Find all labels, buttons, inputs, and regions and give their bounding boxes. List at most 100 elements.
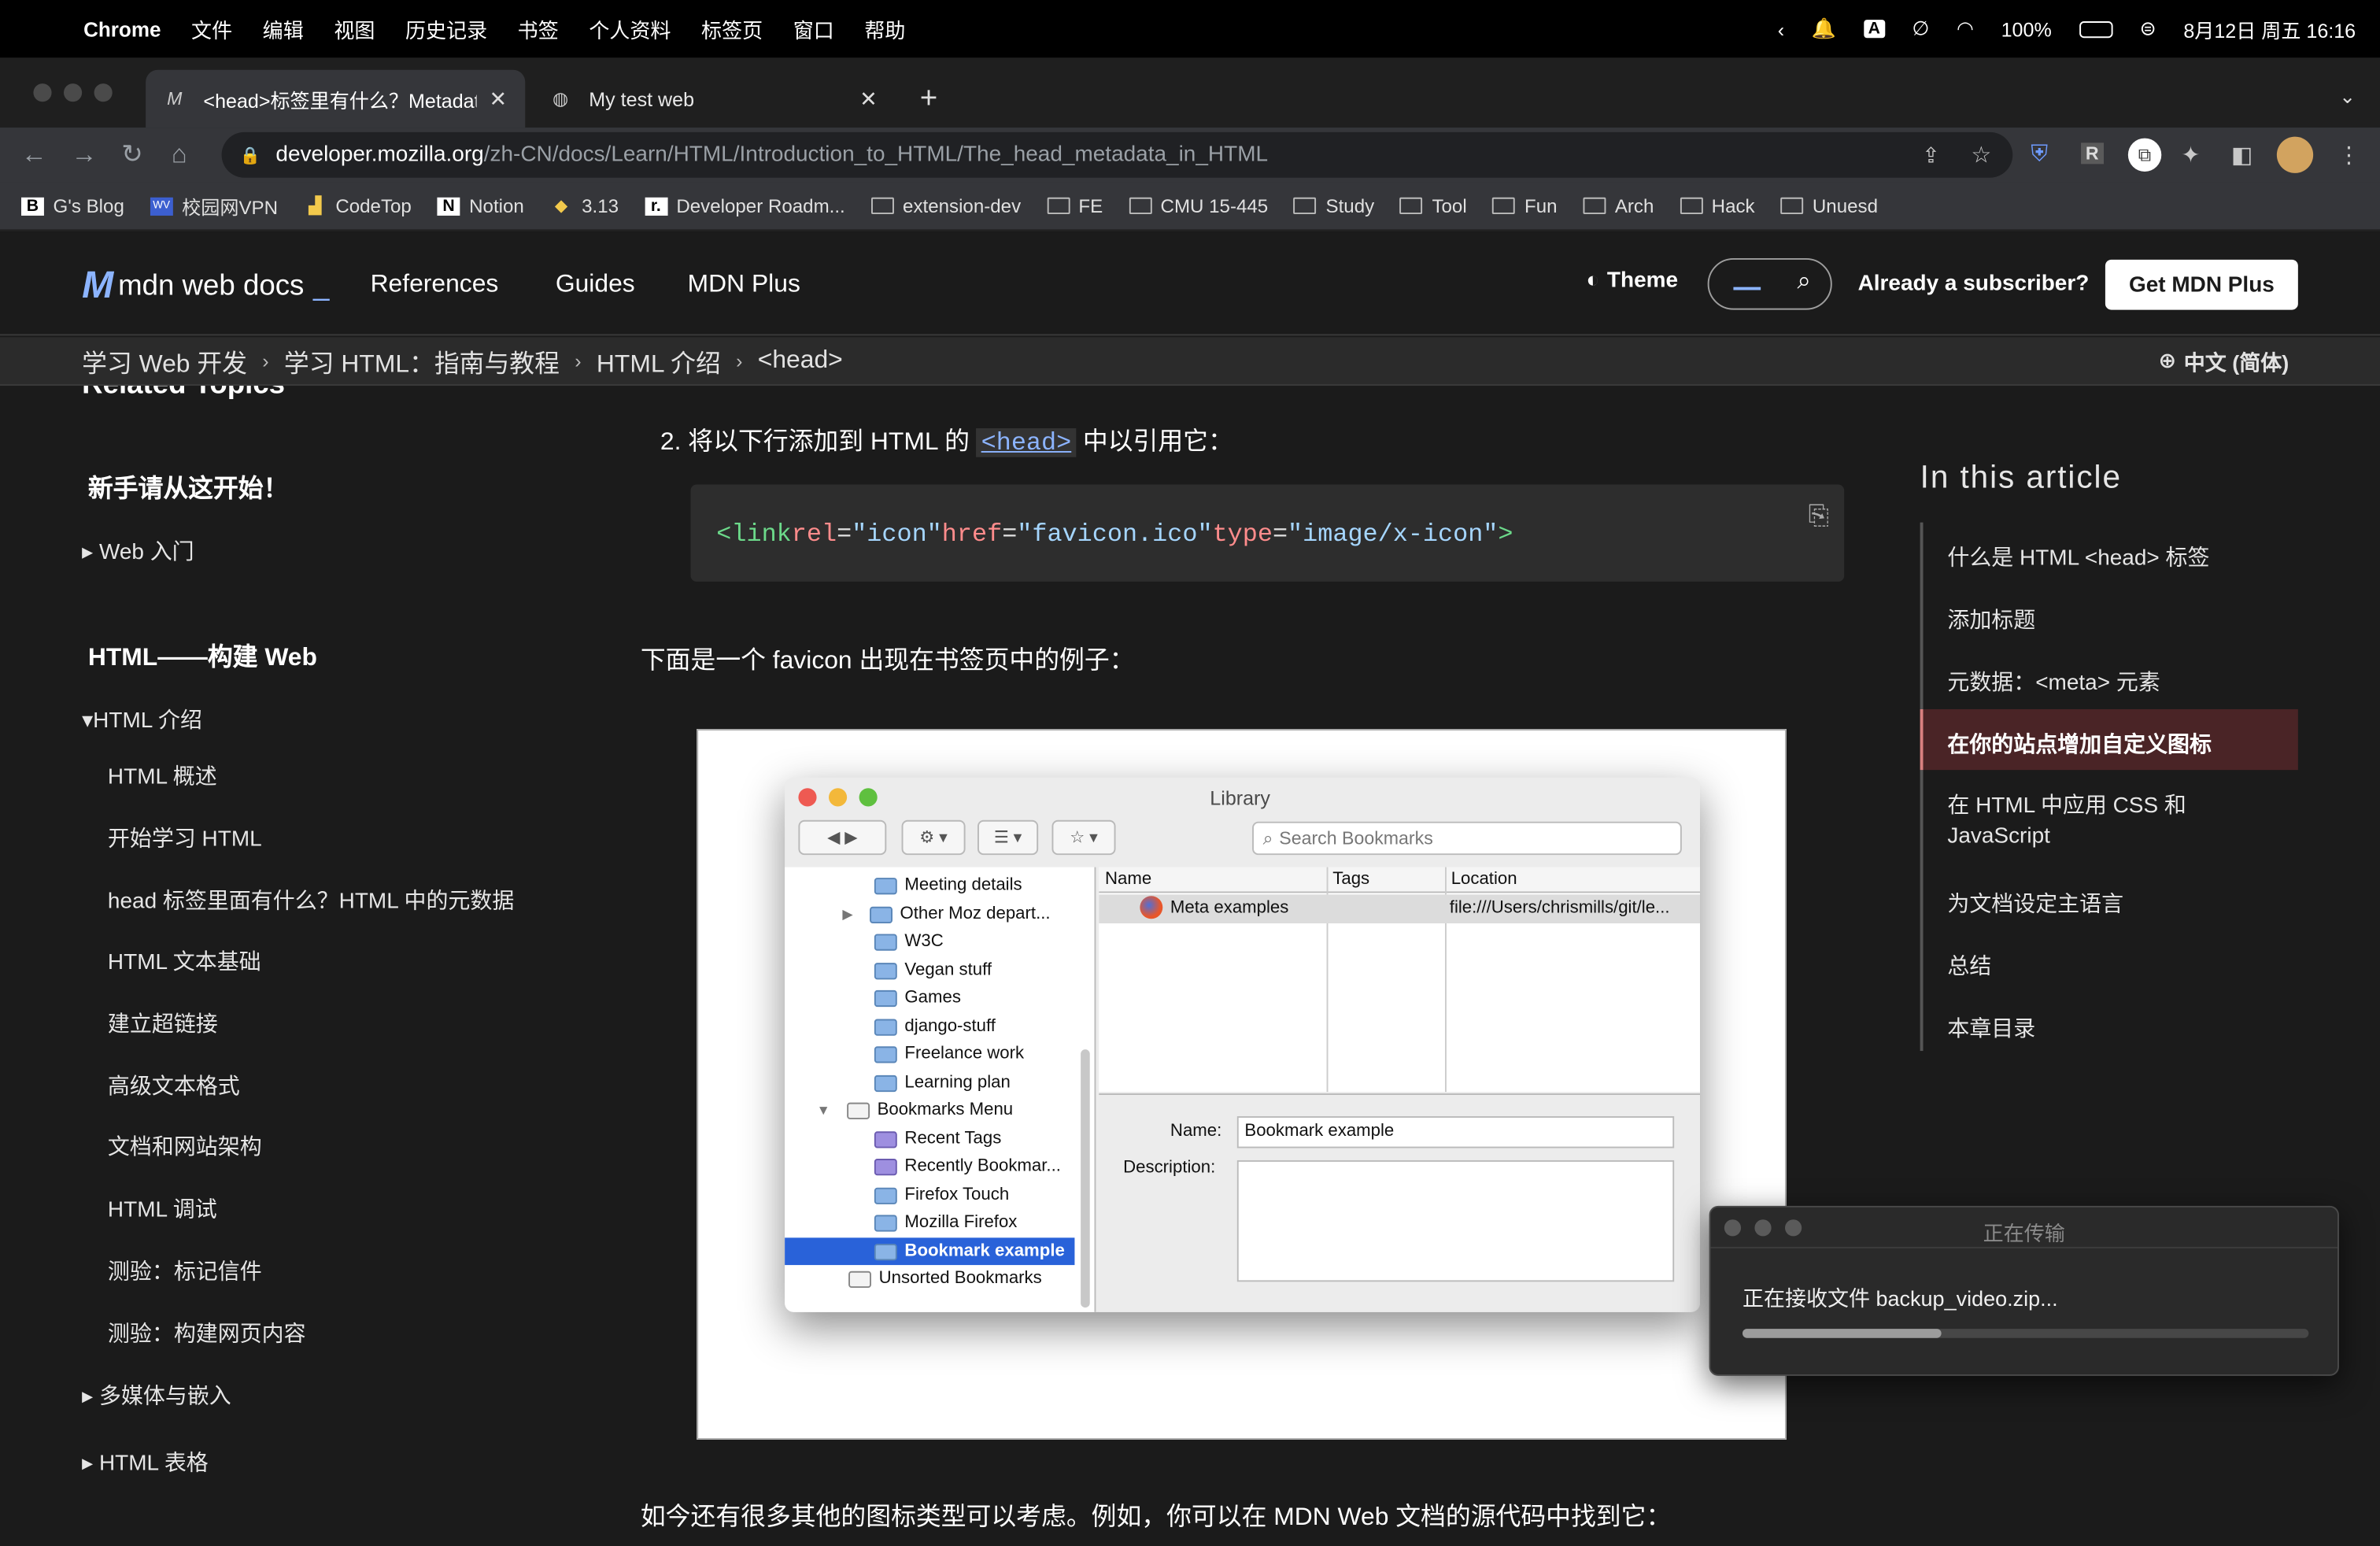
sidebar-subitem[interactable]: 文档和网站架构 <box>108 1130 262 1162</box>
menubar-item[interactable]: 编辑 <box>263 13 304 44</box>
bookmark-folder[interactable]: Fun <box>1492 195 1558 216</box>
forward-arrow-icon[interactable]: → <box>72 139 98 170</box>
menubar-item[interactable]: 文件 <box>191 13 232 44</box>
toc-item[interactable]: 本章目录 <box>1947 1012 2035 1044</box>
menubar-item[interactable]: 历史记录 <box>405 13 487 44</box>
sidebar-item-tables[interactable]: ▸ HTML 表格 <box>82 1446 209 1478</box>
close-icon[interactable]: ✕ <box>859 86 878 112</box>
chevron-left-icon[interactable]: ‹ <box>1778 17 1784 40</box>
toc-item[interactable]: 总结 <box>1947 949 1991 982</box>
bell-icon[interactable]: 🔔 <box>1812 17 1836 41</box>
sidebar-subitem[interactable]: HTML 调试 <box>108 1192 217 1224</box>
menubar-item[interactable]: 帮助 <box>864 13 905 44</box>
bookmark-folder[interactable]: Unuesd <box>1780 195 1878 216</box>
share-icon[interactable]: ⇪ <box>1922 142 1940 168</box>
copy-clipboard-icon[interactable]: ⎘ <box>1809 503 1829 534</box>
bookmark-folder[interactable]: Study <box>1294 195 1374 216</box>
menubar-app-name[interactable]: Chrome <box>83 17 161 40</box>
menubar-item[interactable]: 窗口 <box>793 13 834 44</box>
sidebar-subitem[interactable]: HTML 文本基础 <box>108 945 261 977</box>
bookmark-folder[interactable]: FE <box>1046 195 1103 216</box>
sidebar-subitem[interactable]: 测验：标记信件 <box>108 1255 262 1287</box>
nav-references[interactable]: References <box>371 270 499 299</box>
menubar-item[interactable]: 视图 <box>334 13 375 44</box>
control-center-icon[interactable]: ⊜ <box>2140 17 2156 41</box>
sidebar-item-html-intro[interactable]: ▾HTML 介绍 <box>82 703 202 735</box>
head-element-link[interactable]: <head> <box>976 428 1077 457</box>
more-vert-icon[interactable]: ⋮ <box>2338 141 2360 168</box>
input-method-icon[interactable]: A <box>1863 20 1885 39</box>
sidebar-subitem[interactable]: head 标签里面有什么？HTML 中的元数据 <box>108 884 514 916</box>
bookmark-item[interactable]: WV 校园网VPN <box>150 191 278 220</box>
mute-icon[interactable]: ∅ <box>1912 17 1929 41</box>
toc-item[interactable]: 添加标题 <box>1947 603 2035 635</box>
extension-r-icon[interactable]: R <box>2081 142 2104 165</box>
toc-item[interactable]: 元数据：<meta> 元素 <box>1947 665 2160 697</box>
search-button[interactable]: ⌕ <box>1707 257 1832 310</box>
folder-icon <box>874 962 897 979</box>
toc-item-active[interactable]: 在你的站点增加自定义图标 <box>1947 727 2212 760</box>
toc-item-continued[interactable]: JavaScript <box>1947 825 2050 849</box>
sidebar-subitem[interactable]: 建立超链接 <box>108 1007 218 1039</box>
toc-item[interactable]: 什么是 HTML <head> 标签 <box>1947 541 2209 573</box>
get-mdn-plus-button[interactable]: Get MDN Plus <box>2105 259 2298 310</box>
menubar-item[interactable]: 书签 <box>518 13 559 44</box>
favicon-example-image: Library ◀ ▶ ⚙ ▾ ☰ ▾ ☆ ▾ ⌕ Search Bookmark… <box>697 729 1787 1440</box>
puzzle-icon[interactable]: ✦ <box>2181 141 2200 168</box>
tab-inactive[interactable]: ◍ My test web ✕ <box>531 70 896 128</box>
nav-guides[interactable]: Guides <box>556 270 635 299</box>
back-arrow-icon[interactable]: ← <box>21 139 47 170</box>
toc-item[interactable]: 在 HTML 中应用 CSS 和 <box>1947 788 2186 820</box>
reload-icon[interactable]: ↻ <box>121 139 142 170</box>
avatar[interactable] <box>2276 136 2314 173</box>
toc-item[interactable]: 为文档设定主语言 <box>1947 887 2123 919</box>
menubar-datetime[interactable]: 8月12日 周五 16:16 <box>2183 14 2356 43</box>
home-icon[interactable]: ⌂ <box>172 139 187 170</box>
lock-icon[interactable]: 🔒 <box>240 145 261 165</box>
window-minimize-dot[interactable] <box>63 83 83 102</box>
wifi-icon[interactable]: ◠ <box>1957 17 1974 41</box>
battery-percent: 100% <box>2001 17 2052 41</box>
bookmark-folder[interactable]: Tool <box>1399 195 1467 216</box>
tab-active[interactable]: M <head>标签里有什么？Metadat ✕ <box>146 69 526 128</box>
language-button[interactable]: ⊕ 中文 (简体) <box>2159 348 2289 379</box>
star-icon[interactable]: ☆ <box>1971 141 1991 168</box>
bookmark-item[interactable]: ◆ 3.13 <box>550 195 619 216</box>
battery-icon[interactable] <box>2079 20 2112 38</box>
sidebar-subitem[interactable]: 测验：构建网页内容 <box>108 1317 306 1349</box>
theme-button[interactable]: ◐ Theme <box>1586 268 1678 293</box>
breadcrumb-item[interactable]: 学习 HTML：指南与教程 <box>284 342 560 379</box>
extension-copy-icon[interactable]: ⧉ <box>2127 138 2162 172</box>
favicon-example-text: 下面是一个 favicon 出现在书签页中的例子： <box>640 646 1135 675</box>
bookmark-item[interactable]: B G's Blog <box>20 195 124 216</box>
bookmark-folder[interactable]: Arch <box>1583 195 1654 216</box>
bookmark-folder[interactable]: extension-dev <box>870 195 1021 216</box>
sidebar-subitem[interactable]: HTML 概述 <box>108 760 217 792</box>
bookmark-item[interactable]: ▟ CodeTop <box>304 195 412 216</box>
window-zoom-dot[interactable] <box>94 83 113 102</box>
breadcrumb-item[interactable]: HTML 介绍 <box>597 342 721 379</box>
sidebar-subitem[interactable]: 开始学习 HTML <box>108 822 262 854</box>
subscriber-link[interactable]: Already a subscriber? <box>1858 272 2090 296</box>
bookmark-item[interactable]: r. Developer Roadm... <box>644 195 845 216</box>
tab-search-chevron-icon[interactable]: ⌄ <box>2339 85 2356 109</box>
menubar-item[interactable]: 个人资料 <box>589 13 671 44</box>
sidebar-subitem[interactable]: 高级文本格式 <box>108 1069 240 1101</box>
window-close-dot[interactable] <box>33 83 52 102</box>
bookmark-folder[interactable]: Hack <box>1680 195 1755 216</box>
mdn-logo[interactable]: M mdn web docs _ <box>82 264 329 309</box>
sidebar-item-multimedia[interactable]: ▸ 多媒体与嵌入 <box>82 1379 231 1411</box>
sidebar-item-web-intro[interactable]: ▸ Web 入门 <box>82 534 194 567</box>
bookmark-item[interactable]: N Notion <box>437 195 524 216</box>
bookmark-folder[interactable]: CMU 15-445 <box>1129 195 1268 216</box>
close-icon[interactable]: ✕ <box>490 86 508 112</box>
menubar-item[interactable]: 标签页 <box>701 13 763 44</box>
mdn-header: M mdn web docs _ References Guides MDN P… <box>0 232 2380 336</box>
address-bar[interactable]: 🔒 developer.mozilla.org/zh-CN/docs/Learn… <box>221 131 2013 178</box>
breadcrumb-item[interactable]: 学习 Web 开发 <box>82 342 247 379</box>
sidepanel-icon[interactable]: ◧ <box>2231 141 2252 168</box>
breadcrumb-item[interactable]: <head> <box>758 346 843 375</box>
new-tab-button[interactable]: + <box>920 82 938 117</box>
nav-mdn-plus[interactable]: MDN Plus <box>688 270 800 299</box>
extension-shield-icon[interactable]: ⛨ <box>2031 141 2048 167</box>
